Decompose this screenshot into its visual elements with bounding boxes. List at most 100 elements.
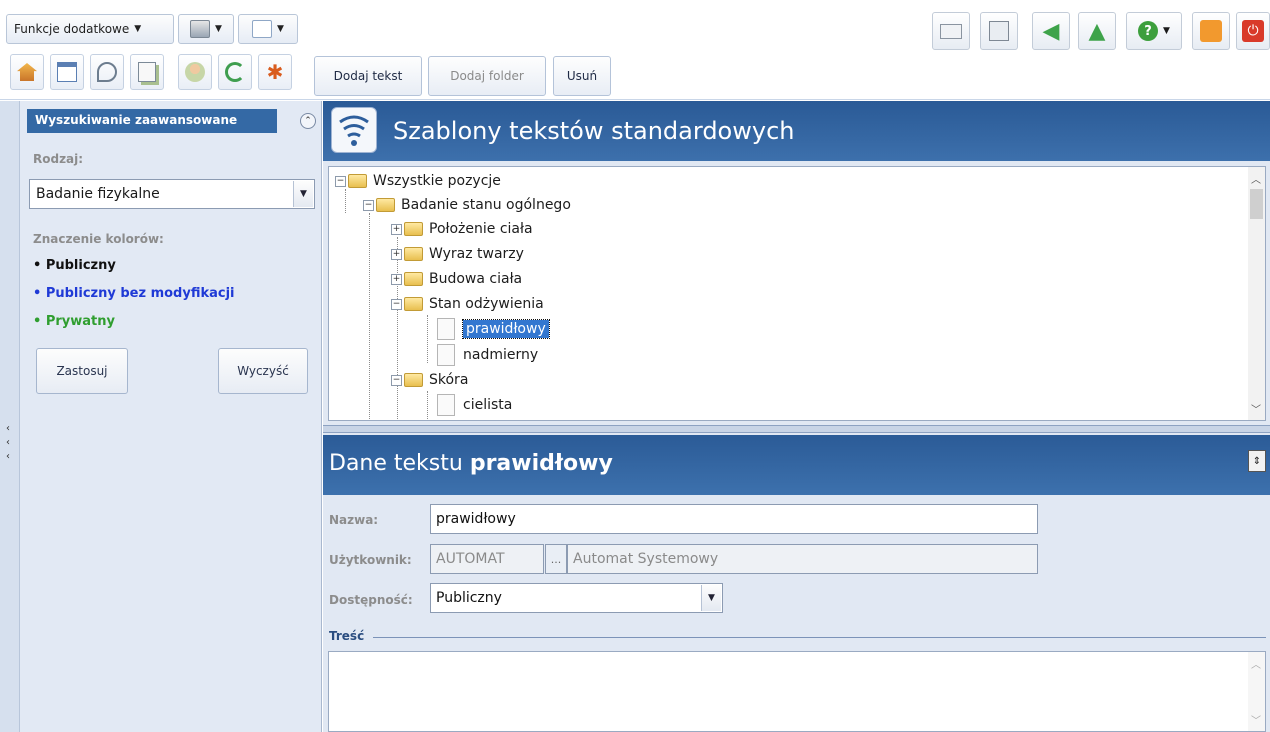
tree-node-label: Wyraz twarzy bbox=[429, 246, 524, 262]
main-content: Szablony tekstów standardowych − Wszystk… bbox=[323, 101, 1270, 732]
folder-icon bbox=[404, 272, 423, 286]
rodzaj-select[interactable]: Badanie fizykalne ▼ bbox=[29, 179, 315, 209]
scroll-down-icon[interactable]: ﹀ bbox=[1251, 401, 1261, 416]
top-toolbar: Funkcje dodatkowe ▼ ▼ ▼ ✱ Dodaj tekst Do… bbox=[0, 0, 1270, 100]
refresh-icon[interactable] bbox=[218, 54, 252, 90]
folder-icon bbox=[404, 373, 423, 387]
tree-leaf-label: prawidłowy bbox=[462, 319, 550, 339]
tree-leaf-label: nadmierny bbox=[463, 347, 539, 363]
user-name-input[interactable]: Automat Systemowy bbox=[567, 544, 1038, 574]
tree-node-item[interactable]: + Wyraz twarzy bbox=[391, 242, 524, 266]
scroll-up-icon[interactable]: ︿ bbox=[1251, 656, 1261, 671]
help-icon: ? bbox=[1138, 21, 1159, 41]
detail-header: Dane tekstu prawidłowy ⇕ bbox=[323, 435, 1270, 495]
availability-select[interactable]: Publiczny ▼ bbox=[430, 583, 723, 613]
rodzaj-label: Rodzaj: bbox=[33, 152, 84, 166]
user-code-input[interactable]: AUTOMAT bbox=[430, 544, 544, 574]
folder-icon bbox=[376, 198, 395, 212]
gear-icon[interactable]: ✱ bbox=[258, 54, 292, 90]
user-picker-button[interactable]: ... bbox=[545, 544, 567, 574]
collapse-icon[interactable]: − bbox=[335, 175, 346, 187]
lock-icon[interactable] bbox=[1192, 12, 1230, 50]
chevron-down-icon: ▼ bbox=[134, 24, 142, 34]
extra-functions-label: Funkcje dodatkowe bbox=[14, 22, 130, 36]
tree-node-skin[interactable]: − Skóra bbox=[391, 368, 468, 392]
home-icon[interactable] bbox=[10, 54, 44, 90]
rodzaj-value: Badanie fizykalne bbox=[36, 186, 160, 202]
detail-title-name: prawidłowy bbox=[469, 451, 613, 476]
tree-leaf[interactable]: cielista bbox=[437, 393, 512, 417]
divider bbox=[373, 637, 1266, 638]
extra-functions-dropdown[interactable]: Funkcje dodatkowe ▼ bbox=[6, 14, 174, 44]
mail-icon[interactable] bbox=[932, 12, 970, 50]
chevron-left-icon: ‹ bbox=[6, 423, 10, 434]
content-textarea[interactable]: ︿ ﹀ bbox=[328, 651, 1266, 732]
document-icon bbox=[437, 344, 455, 366]
chevron-down-icon: ▼ bbox=[1163, 26, 1170, 36]
scroll-up-icon[interactable]: ︿ bbox=[1251, 171, 1261, 186]
clear-button[interactable]: Wyczyść bbox=[218, 348, 308, 394]
scroll-down-icon[interactable]: ﹀ bbox=[1251, 712, 1261, 727]
collapse-icon[interactable]: − bbox=[363, 199, 374, 211]
nazwa-input[interactable]: prawidłowy bbox=[430, 504, 1038, 534]
splitter[interactable] bbox=[323, 425, 1270, 433]
template-tree: − Wszystkie pozycje − Badanie stanu ogól… bbox=[328, 166, 1266, 421]
back-arrow-icon[interactable]: ◀ bbox=[1032, 12, 1070, 50]
chevron-down-icon: ▼ bbox=[293, 181, 313, 207]
content-label: Treść bbox=[329, 629, 368, 643]
folder-icon bbox=[404, 247, 423, 261]
power-icon[interactable]: ⏻ bbox=[1236, 12, 1270, 50]
delete-button[interactable]: Usuń bbox=[553, 56, 611, 96]
network-icon[interactable] bbox=[980, 12, 1018, 50]
tree-node-label: Wszystkie pozycje bbox=[373, 173, 501, 189]
panel-collapse-strip[interactable]: ‹ ‹ ‹ bbox=[0, 101, 20, 732]
tree-scrollbar[interactable]: ︿ ﹀ bbox=[1248, 167, 1265, 420]
printer-icon bbox=[190, 20, 211, 38]
tree-node-item[interactable]: + Położenie ciała bbox=[391, 217, 533, 241]
chevron-left-icon: ‹ bbox=[6, 437, 10, 448]
availability-label: Dostępność: bbox=[329, 593, 413, 607]
chevron-down-icon: ▼ bbox=[277, 24, 284, 34]
expand-icon[interactable]: + bbox=[391, 273, 402, 285]
stethoscope-icon[interactable] bbox=[90, 54, 124, 90]
page-title: Szablony tekstów standardowych bbox=[393, 117, 795, 145]
templates-icon bbox=[331, 107, 377, 153]
tree-node-item[interactable]: + Budowa ciała bbox=[391, 267, 522, 291]
expand-icon[interactable]: + bbox=[391, 248, 402, 260]
main-header: Szablony tekstów standardowych bbox=[323, 101, 1270, 161]
patients-icon[interactable] bbox=[178, 54, 212, 90]
expand-collapse-icon[interactable]: ⇕ bbox=[1248, 450, 1266, 472]
documents-icon[interactable] bbox=[130, 54, 164, 90]
tree-leaf[interactable]: nadmierny bbox=[437, 343, 538, 367]
collapse-icon[interactable]: − bbox=[391, 298, 402, 310]
content-scrollbar[interactable]: ︿ ﹀ bbox=[1248, 652, 1265, 731]
detail-title: Dane tekstu prawidłowy bbox=[329, 451, 613, 476]
tree-node-root[interactable]: − Wszystkie pozycje bbox=[335, 169, 501, 193]
tree-node-label: Położenie ciała bbox=[429, 221, 533, 237]
add-folder-button[interactable]: Dodaj folder bbox=[428, 56, 546, 96]
document-icon bbox=[437, 394, 455, 416]
up-arrow-icon[interactable]: ▲ bbox=[1078, 12, 1116, 50]
add-text-button[interactable]: Dodaj tekst bbox=[314, 56, 422, 96]
tree-leaf-label: cielista bbox=[463, 397, 513, 413]
collapse-icon[interactable]: − bbox=[391, 374, 402, 386]
tree-leaf-selected[interactable]: prawidłowy bbox=[437, 317, 550, 341]
tree-node-group[interactable]: − Badanie stanu ogólnego bbox=[363, 193, 571, 217]
scroll-thumb[interactable] bbox=[1250, 189, 1263, 219]
layout-dropdown[interactable]: ▼ bbox=[238, 14, 298, 44]
panel-header: Wyszukiwanie zaawansowane bbox=[27, 109, 277, 133]
legend-public: • Publiczny bbox=[33, 258, 116, 273]
chevron-left-icon: ‹ bbox=[6, 451, 10, 462]
collapse-panel-icon[interactable]: ⌃ bbox=[300, 113, 316, 129]
calendar-icon[interactable] bbox=[50, 54, 84, 90]
help-dropdown[interactable]: ? ▼ bbox=[1126, 12, 1182, 50]
expand-icon[interactable]: + bbox=[391, 223, 402, 235]
tree-node-label: Stan odżywienia bbox=[429, 296, 544, 312]
chevron-down-icon: ▼ bbox=[215, 24, 222, 34]
tree-node-expanded[interactable]: − Stan odżywienia bbox=[391, 292, 544, 316]
apply-button[interactable]: Zastosuj bbox=[36, 348, 128, 394]
detail-title-prefix: Dane tekstu bbox=[329, 451, 463, 476]
folder-icon bbox=[404, 222, 423, 236]
availability-value: Publiczny bbox=[436, 590, 502, 606]
print-dropdown[interactable]: ▼ bbox=[178, 14, 234, 44]
